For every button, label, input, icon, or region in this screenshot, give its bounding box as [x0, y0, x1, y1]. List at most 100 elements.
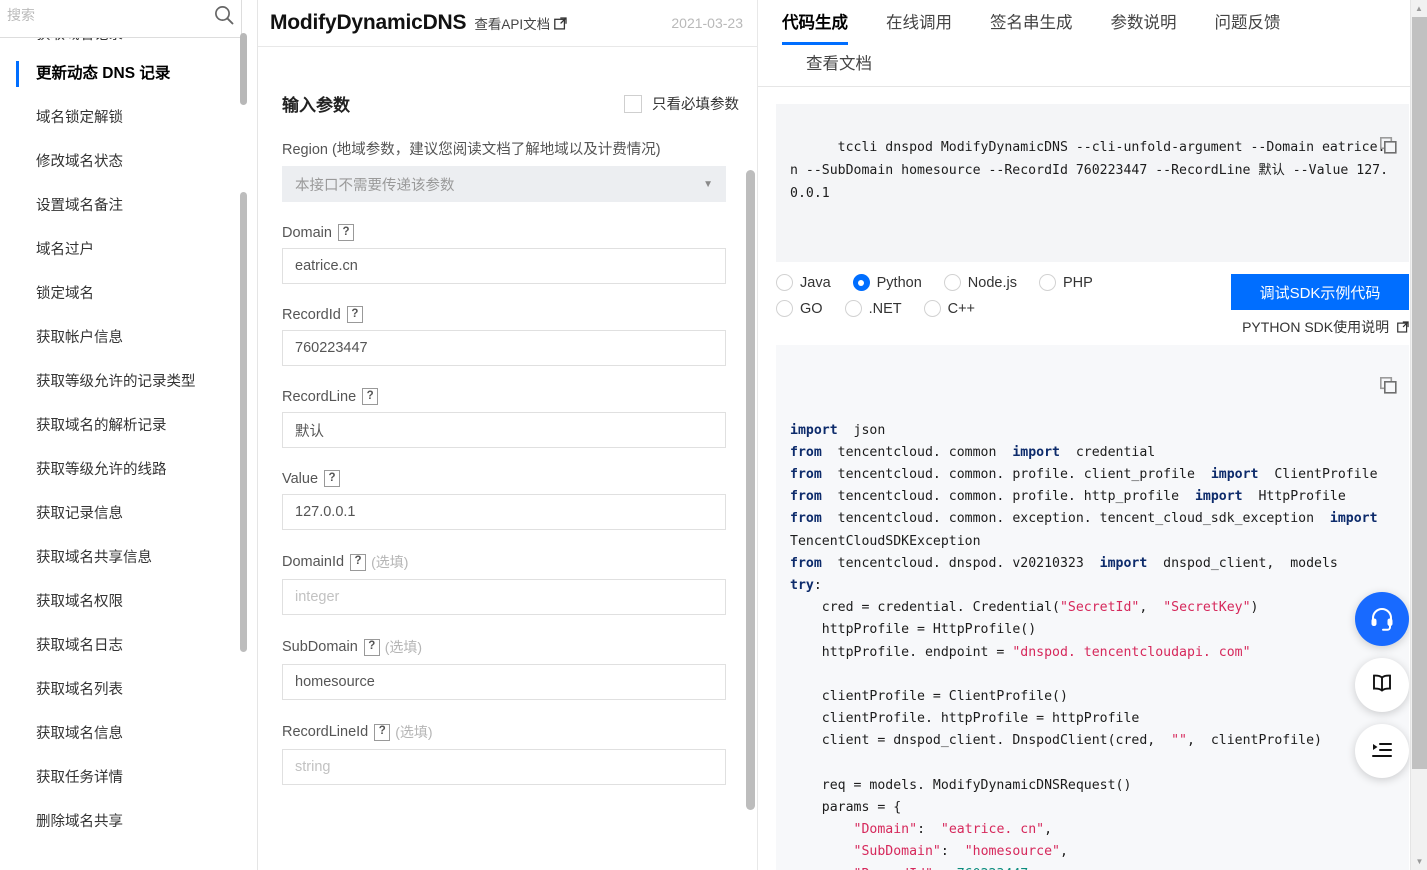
- input-value[interactable]: [282, 494, 726, 530]
- page-scrollbar-thumb[interactable]: [1412, 17, 1427, 769]
- radio-go[interactable]: GO: [776, 300, 823, 317]
- field-label-domainid: DomainId ? (选填): [282, 552, 739, 572]
- debug-sdk-button[interactable]: 调试SDK示例代码: [1231, 274, 1409, 310]
- radio-php[interactable]: PHP: [1038, 274, 1093, 291]
- sidebar-item-delete-domain-share[interactable]: 删除域名共享: [0, 800, 257, 844]
- search-icon[interactable]: [207, 4, 241, 26]
- sidebar-item-lock-domain[interactable]: 锁定域名: [0, 272, 257, 316]
- field-name-recordline: RecordLine: [282, 388, 357, 405]
- region-select[interactable]: 本接口不需要传递该参数 ▼: [282, 166, 726, 202]
- tab-signature-generation[interactable]: 签名串生成: [990, 0, 1073, 45]
- support-headset-button[interactable]: [1355, 592, 1409, 646]
- parameters-body: 输入参数 只看必填参数 Region (地域参数，建议您阅读文档了解地域以及计费…: [258, 91, 757, 785]
- tab-online-call[interactable]: 在线调用: [886, 0, 952, 45]
- optional-tag-domainid: (选填): [371, 554, 409, 570]
- sdk-actions: 调试SDK示例代码 PYTHON SDK使用说明: [1219, 274, 1409, 337]
- help-icon-value[interactable]: ?: [324, 470, 341, 487]
- field-label-recordline: RecordLine ?: [282, 388, 739, 405]
- sidebar-item-get-record-info[interactable]: 获取记录信息: [0, 492, 257, 536]
- field-name-subdomain: SubDomain: [282, 639, 358, 655]
- parameters-scrollbar[interactable]: [746, 170, 755, 810]
- sidebar-nav: 获取域名记录 更新动态 DNS 记录 域名锁定解锁 修改域名状态 设置域名备注 …: [0, 30, 257, 844]
- copy-icon-code[interactable]: [1316, 355, 1397, 425]
- sidebar-scrollbar-thumb[interactable]: [240, 192, 247, 652]
- help-icon-subdomain[interactable]: ?: [363, 638, 380, 656]
- sidebar-item-get-domain-share-info[interactable]: 获取域名共享信息: [0, 536, 257, 580]
- sidebar-item-domain-lock-unlock[interactable]: 域名锁定解锁: [0, 96, 257, 140]
- scroll-down-arrow-icon[interactable]: ▼: [1411, 853, 1427, 870]
- field-name-recordid: RecordId: [282, 306, 341, 323]
- sidebar-scrollbar-top[interactable]: [240, 33, 247, 105]
- api-doc-link[interactable]: 查看API文档: [474, 13, 567, 33]
- external-link-icon-sdk: [1397, 320, 1409, 336]
- sidebar-item-modify-domain-status[interactable]: 修改域名状态: [0, 140, 257, 184]
- sidebar-item-get-allowed-record-types[interactable]: 获取等级允许的记录类型: [0, 360, 257, 404]
- headset-icon: [1369, 605, 1395, 634]
- tab-parameter-description[interactable]: 参数说明: [1111, 0, 1177, 45]
- input-recordline[interactable]: [282, 412, 726, 448]
- catalog-list-button[interactable]: [1355, 724, 1409, 778]
- radio-java[interactable]: Java: [776, 274, 831, 291]
- language-row-1: Java Python Node.js PHP: [776, 274, 1219, 291]
- search-input[interactable]: [0, 0, 207, 37]
- help-icon-recordid[interactable]: ?: [346, 306, 363, 323]
- help-icon-recordlineid[interactable]: ?: [374, 723, 391, 741]
- optional-tag-subdomain: (选填): [384, 639, 423, 655]
- radio-python[interactable]: Python: [852, 274, 922, 291]
- radio-nodejs[interactable]: Node.js: [943, 274, 1017, 291]
- tab-feedback[interactable]: 问题反馈: [1215, 0, 1281, 45]
- field-label-recordid: RecordId ?: [282, 306, 739, 323]
- language-radios: Java Python Node.js PHP GO .NET C++: [776, 274, 1219, 337]
- help-icon-recordline[interactable]: ?: [362, 388, 379, 405]
- required-only-label: 只看必填参数: [652, 97, 739, 113]
- sidebar-item-set-domain-remark[interactable]: 设置域名备注: [0, 184, 257, 228]
- sidebar-item-get-task-detail[interactable]: 获取任务详情: [0, 756, 257, 800]
- sidebar-item-get-domain-permission[interactable]: 获取域名权限: [0, 580, 257, 624]
- required-only-toggle[interactable]: 只看必填参数: [624, 93, 739, 114]
- region-label-text: Region (地域参数，建议您阅读文档了解地域以及计费情况): [282, 142, 661, 158]
- radio-dot-java: [776, 274, 793, 291]
- view-docs-link[interactable]: 查看文档: [758, 50, 1427, 74]
- page-title: ModifyDynamicDNS: [270, 11, 467, 34]
- external-link-icon: [554, 17, 567, 33]
- documentation-book-button[interactable]: [1355, 658, 1409, 712]
- radio-dot-python: [852, 274, 870, 291]
- field-name-recordlineid: RecordLineId: [282, 724, 369, 740]
- sidebar-item-get-domain-records[interactable]: 获取域名的解析记录: [0, 404, 257, 448]
- chevron-down-icon: ▼: [703, 178, 713, 190]
- region-select-value: 本接口不需要传递该参数: [295, 177, 455, 194]
- sidebar-item-get-allowed-lines[interactable]: 获取等级允许的线路: [0, 448, 257, 492]
- page-scrollbar[interactable]: ▲ ▼: [1410, 0, 1427, 870]
- field-name-domainid: DomainId: [282, 554, 345, 570]
- app-root: 获取域名记录 更新动态 DNS 记录 域名锁定解锁 修改域名状态 设置域名备注 …: [0, 0, 1427, 870]
- sidebar-item-update-ddns[interactable]: 更新动态 DNS 记录: [0, 52, 257, 96]
- sidebar-item-get-account-info[interactable]: 获取帐户信息: [0, 316, 257, 360]
- language-selector: Java Python Node.js PHP GO .NET C++ 调试SD…: [758, 262, 1427, 337]
- sidebar-item-domain-transfer[interactable]: 域名过户: [0, 228, 257, 272]
- tab-code-generation[interactable]: 代码生成: [782, 0, 848, 45]
- sidebar-item-get-domain-info[interactable]: 获取域名信息: [0, 712, 257, 756]
- radio-dotnet[interactable]: .NET: [844, 300, 902, 317]
- api-version-date: 2021-03-23: [671, 15, 743, 31]
- input-recordid[interactable]: [282, 330, 726, 366]
- help-icon-domain[interactable]: ?: [337, 224, 354, 241]
- copy-icon[interactable]: [1316, 114, 1397, 185]
- sidebar-item-get-domain-list[interactable]: 获取域名列表: [0, 668, 257, 712]
- radio-dot-dotnet: [844, 300, 862, 317]
- sdk-usage-link[interactable]: PYTHON SDK使用说明: [1219, 317, 1409, 337]
- required-only-checkbox[interactable]: [624, 94, 642, 113]
- radio-label-python: Python: [876, 274, 922, 291]
- input-domainid[interactable]: [282, 579, 726, 615]
- field-label-domain: Domain ?: [282, 224, 739, 241]
- sidebar-item-get-domain-log[interactable]: 获取域名日志: [0, 624, 257, 668]
- radio-label-nodejs: Node.js: [967, 274, 1017, 291]
- language-row-2: GO .NET C++: [776, 300, 1219, 317]
- scroll-up-arrow-icon[interactable]: ▲: [1411, 0, 1427, 17]
- input-recordlineid[interactable]: [282, 749, 726, 785]
- input-domain[interactable]: [282, 248, 726, 284]
- radio-cpp[interactable]: C++: [923, 300, 975, 317]
- search-box[interactable]: [0, 0, 242, 38]
- field-label-recordlineid: RecordLineId ? (选填): [282, 722, 739, 742]
- help-icon-domainid[interactable]: ?: [350, 553, 367, 571]
- input-subdomain[interactable]: [282, 664, 726, 700]
